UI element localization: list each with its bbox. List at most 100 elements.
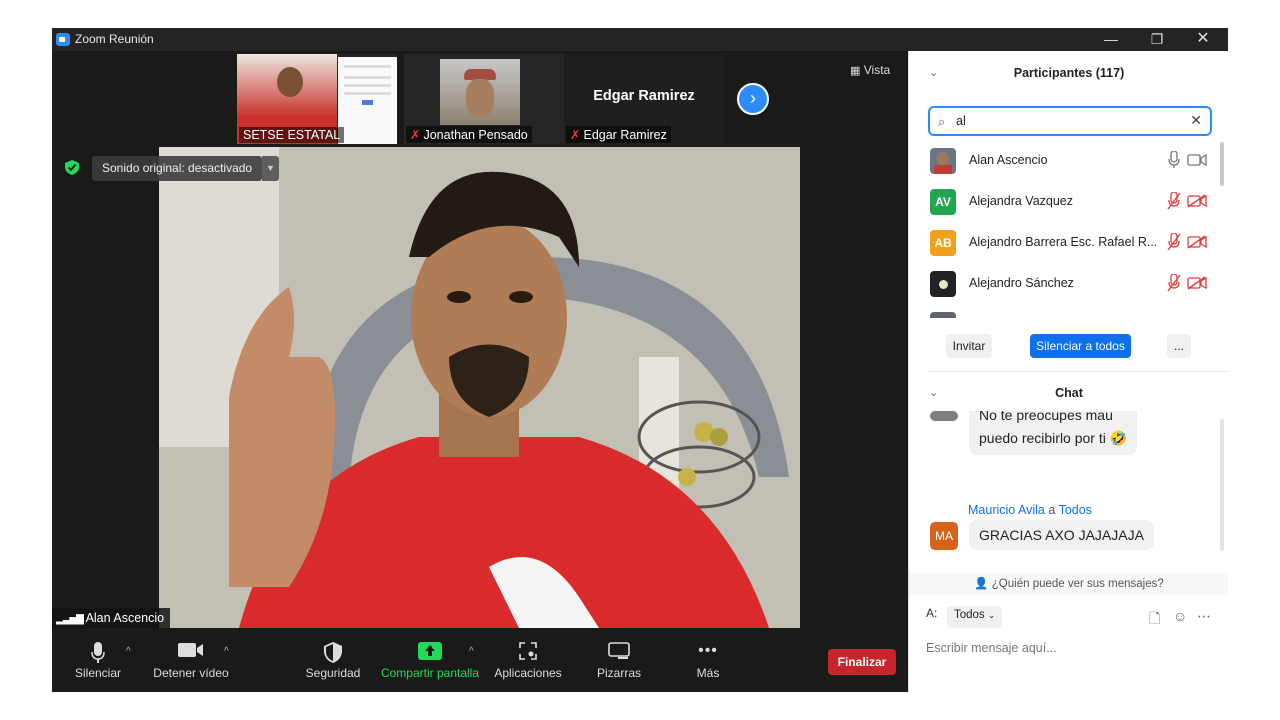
chevron-down-icon[interactable]: ⌄ [929, 66, 938, 79]
search-value: al [956, 114, 966, 128]
face-icon [466, 79, 494, 117]
participants-header: ⌄ Participantes (117) [929, 66, 1125, 80]
close-icon[interactable]: ✕ [1180, 28, 1226, 51]
participant-row[interactable]: AV Alejandra Vazquez [909, 181, 1219, 222]
more-dots-icon[interactable]: ⋯ [1197, 608, 1211, 625]
participant-name: Alan Ascencio [969, 153, 1048, 167]
participant-name: Alejandro Barrera Esc. Rafael R... [969, 235, 1158, 249]
chat-message: No te preocupes mau puedo recibirlo por … [969, 411, 1138, 455]
video-tile[interactable]: ✗ Jonathan Pensado [404, 54, 564, 144]
video-tile[interactable]: Edgar Ramirez ✗ Edgar Ramirez [564, 54, 724, 144]
recipient-label: A: [926, 606, 938, 620]
restore-icon[interactable]: ❐ [1134, 28, 1180, 51]
window-title: Zoom Reunión [75, 32, 154, 46]
video-camera-icon [152, 634, 230, 664]
participant-row[interactable]: Alejandro Sánchez [909, 263, 1219, 304]
face-icon [277, 67, 303, 97]
thumbnail-strip: SETSE ESTATAL ✗ Jonathan Pensado Edgar Ra… [52, 51, 908, 147]
chevron-up-icon[interactable]: ^ [469, 646, 474, 657]
message-input[interactable]: Escribir mensaje aquí... [926, 641, 1057, 655]
more-dots-icon: ••• [698, 642, 718, 659]
participant-row[interactable] [909, 304, 1219, 318]
search-icon: ⌕ [938, 114, 946, 129]
zoom-window: Zoom Reunión — ❐ ✕ SETSE ESTATAL ✗ Jonat… [52, 28, 1228, 692]
original-sound-toggle[interactable]: Sonido original: desactivado [92, 156, 263, 181]
avatar: AV [930, 189, 956, 215]
emoji-icon[interactable]: ☺ [1173, 608, 1187, 624]
microphone-icon[interactable] [1167, 151, 1181, 169]
avatar [930, 271, 956, 297]
mic-muted-icon[interactable] [1167, 233, 1181, 251]
chevron-up-icon[interactable]: ^ [126, 646, 131, 657]
more-button[interactable]: ••• Más [684, 634, 732, 692]
chat-header: ⌄ Chat [929, 386, 1083, 400]
participant-row[interactable]: Alan Ascencio [909, 140, 1219, 181]
encryption-shield-icon[interactable] [65, 160, 79, 175]
view-button[interactable]: ▦ Vista [850, 63, 890, 77]
divider [927, 371, 1228, 372]
minimize-icon[interactable]: — [1088, 28, 1134, 51]
clear-search-icon[interactable]: ✕ [1190, 112, 1202, 129]
participants-scrollbar[interactable] [1219, 140, 1225, 318]
chevron-up-icon[interactable]: ^ [224, 646, 229, 657]
tile-name: ✗ Edgar Ramirez [566, 126, 671, 143]
next-page-button[interactable]: › [737, 83, 769, 115]
invite-button[interactable]: Invitar [946, 334, 992, 358]
recipient-select[interactable]: Todos ⌄ [947, 606, 1003, 628]
whiteboards-button[interactable]: Pizarras [590, 634, 648, 692]
tile-big-name: Edgar Ramirez [593, 88, 695, 104]
shield-icon [302, 634, 364, 664]
participant-name: Alejandra Vazquez [969, 194, 1074, 208]
mic-muted-icon: ✗ [410, 128, 421, 142]
microphone-icon [70, 634, 126, 664]
avatar [930, 148, 956, 174]
mute-all-button[interactable]: Silenciar a todos [1030, 334, 1131, 358]
shared-document-thumbnail [338, 57, 397, 144]
chevron-down-icon: ⌄ [987, 610, 996, 620]
meeting-area: SETSE ESTATAL ✗ Jonathan Pensado Edgar Ra… [52, 51, 908, 692]
who-can-see-messages[interactable]: 👤 ¿Quién puede ver sus mensajes? [909, 573, 1228, 595]
avatar: AB [930, 230, 956, 256]
mic-muted-icon[interactable] [1167, 192, 1181, 210]
participant-search-input[interactable]: ⌕ al ✕ [928, 106, 1212, 136]
chevron-down-icon[interactable]: ⌄ [929, 386, 938, 399]
side-panel: ⌄ Participantes (117) ⌕ al ✕ Alan Ascenc… [908, 51, 1228, 692]
video-off-icon[interactable] [1187, 235, 1207, 249]
mute-button[interactable]: Silenciar [70, 634, 126, 692]
zoom-logo-icon [56, 33, 70, 46]
person-info-icon: 👤 [974, 578, 989, 590]
grid-icon: ▦ [850, 65, 861, 77]
avatar [930, 312, 956, 318]
speaker-video-image [159, 147, 800, 628]
chevron-down-icon[interactable]: ▼ [262, 156, 279, 181]
avatar: MA [930, 522, 958, 550]
chat-message: GRACIAS AXO JAJAJAJA [969, 520, 1154, 550]
chat-scrollbar[interactable] [1220, 419, 1225, 567]
share-screen-button[interactable]: Compartir pantalla [378, 634, 482, 692]
apps-icon [490, 634, 566, 664]
video-off-icon[interactable] [1187, 276, 1207, 290]
file-icon[interactable]: 🗋 [1149, 608, 1160, 632]
stop-video-button[interactable]: Detener vídeo [152, 634, 230, 692]
video-camera-icon[interactable] [1187, 153, 1207, 167]
more-options-button[interactable]: ... [1167, 334, 1191, 358]
participant-row[interactable]: AB Alejandro Barrera Esc. Rafael R... [909, 222, 1219, 263]
video-off-icon[interactable] [1187, 194, 1207, 208]
active-speaker-video [159, 147, 800, 628]
security-button[interactable]: Seguridad [302, 634, 364, 692]
whiteboard-icon [590, 634, 648, 664]
mic-muted-icon[interactable] [1167, 274, 1181, 292]
speaker-name-label: ▂▃▅▇ Alan Ascencio [52, 608, 171, 628]
avatar [930, 411, 958, 421]
message-sender: Mauricio Avila a Todos [968, 503, 1092, 517]
title-bar: Zoom Reunión — ❐ ✕ [52, 28, 1228, 51]
apps-button[interactable]: Aplicaciones [490, 634, 566, 692]
end-meeting-button[interactable]: Finalizar [828, 649, 896, 675]
video-tile[interactable]: SETSE ESTATAL [237, 54, 397, 144]
chat-messages: No te preocupes mau puedo recibirlo por … [909, 411, 1228, 571]
participants-list: Alan Ascencio AV Alejandra Vazquez AB Al… [909, 140, 1219, 318]
signal-strength-icon: ▂▃▅▇ [56, 614, 84, 625]
mic-muted-icon: ✗ [570, 128, 581, 142]
participant-name: Alejandro Sánchez [969, 276, 1074, 290]
share-screen-icon [378, 634, 482, 664]
